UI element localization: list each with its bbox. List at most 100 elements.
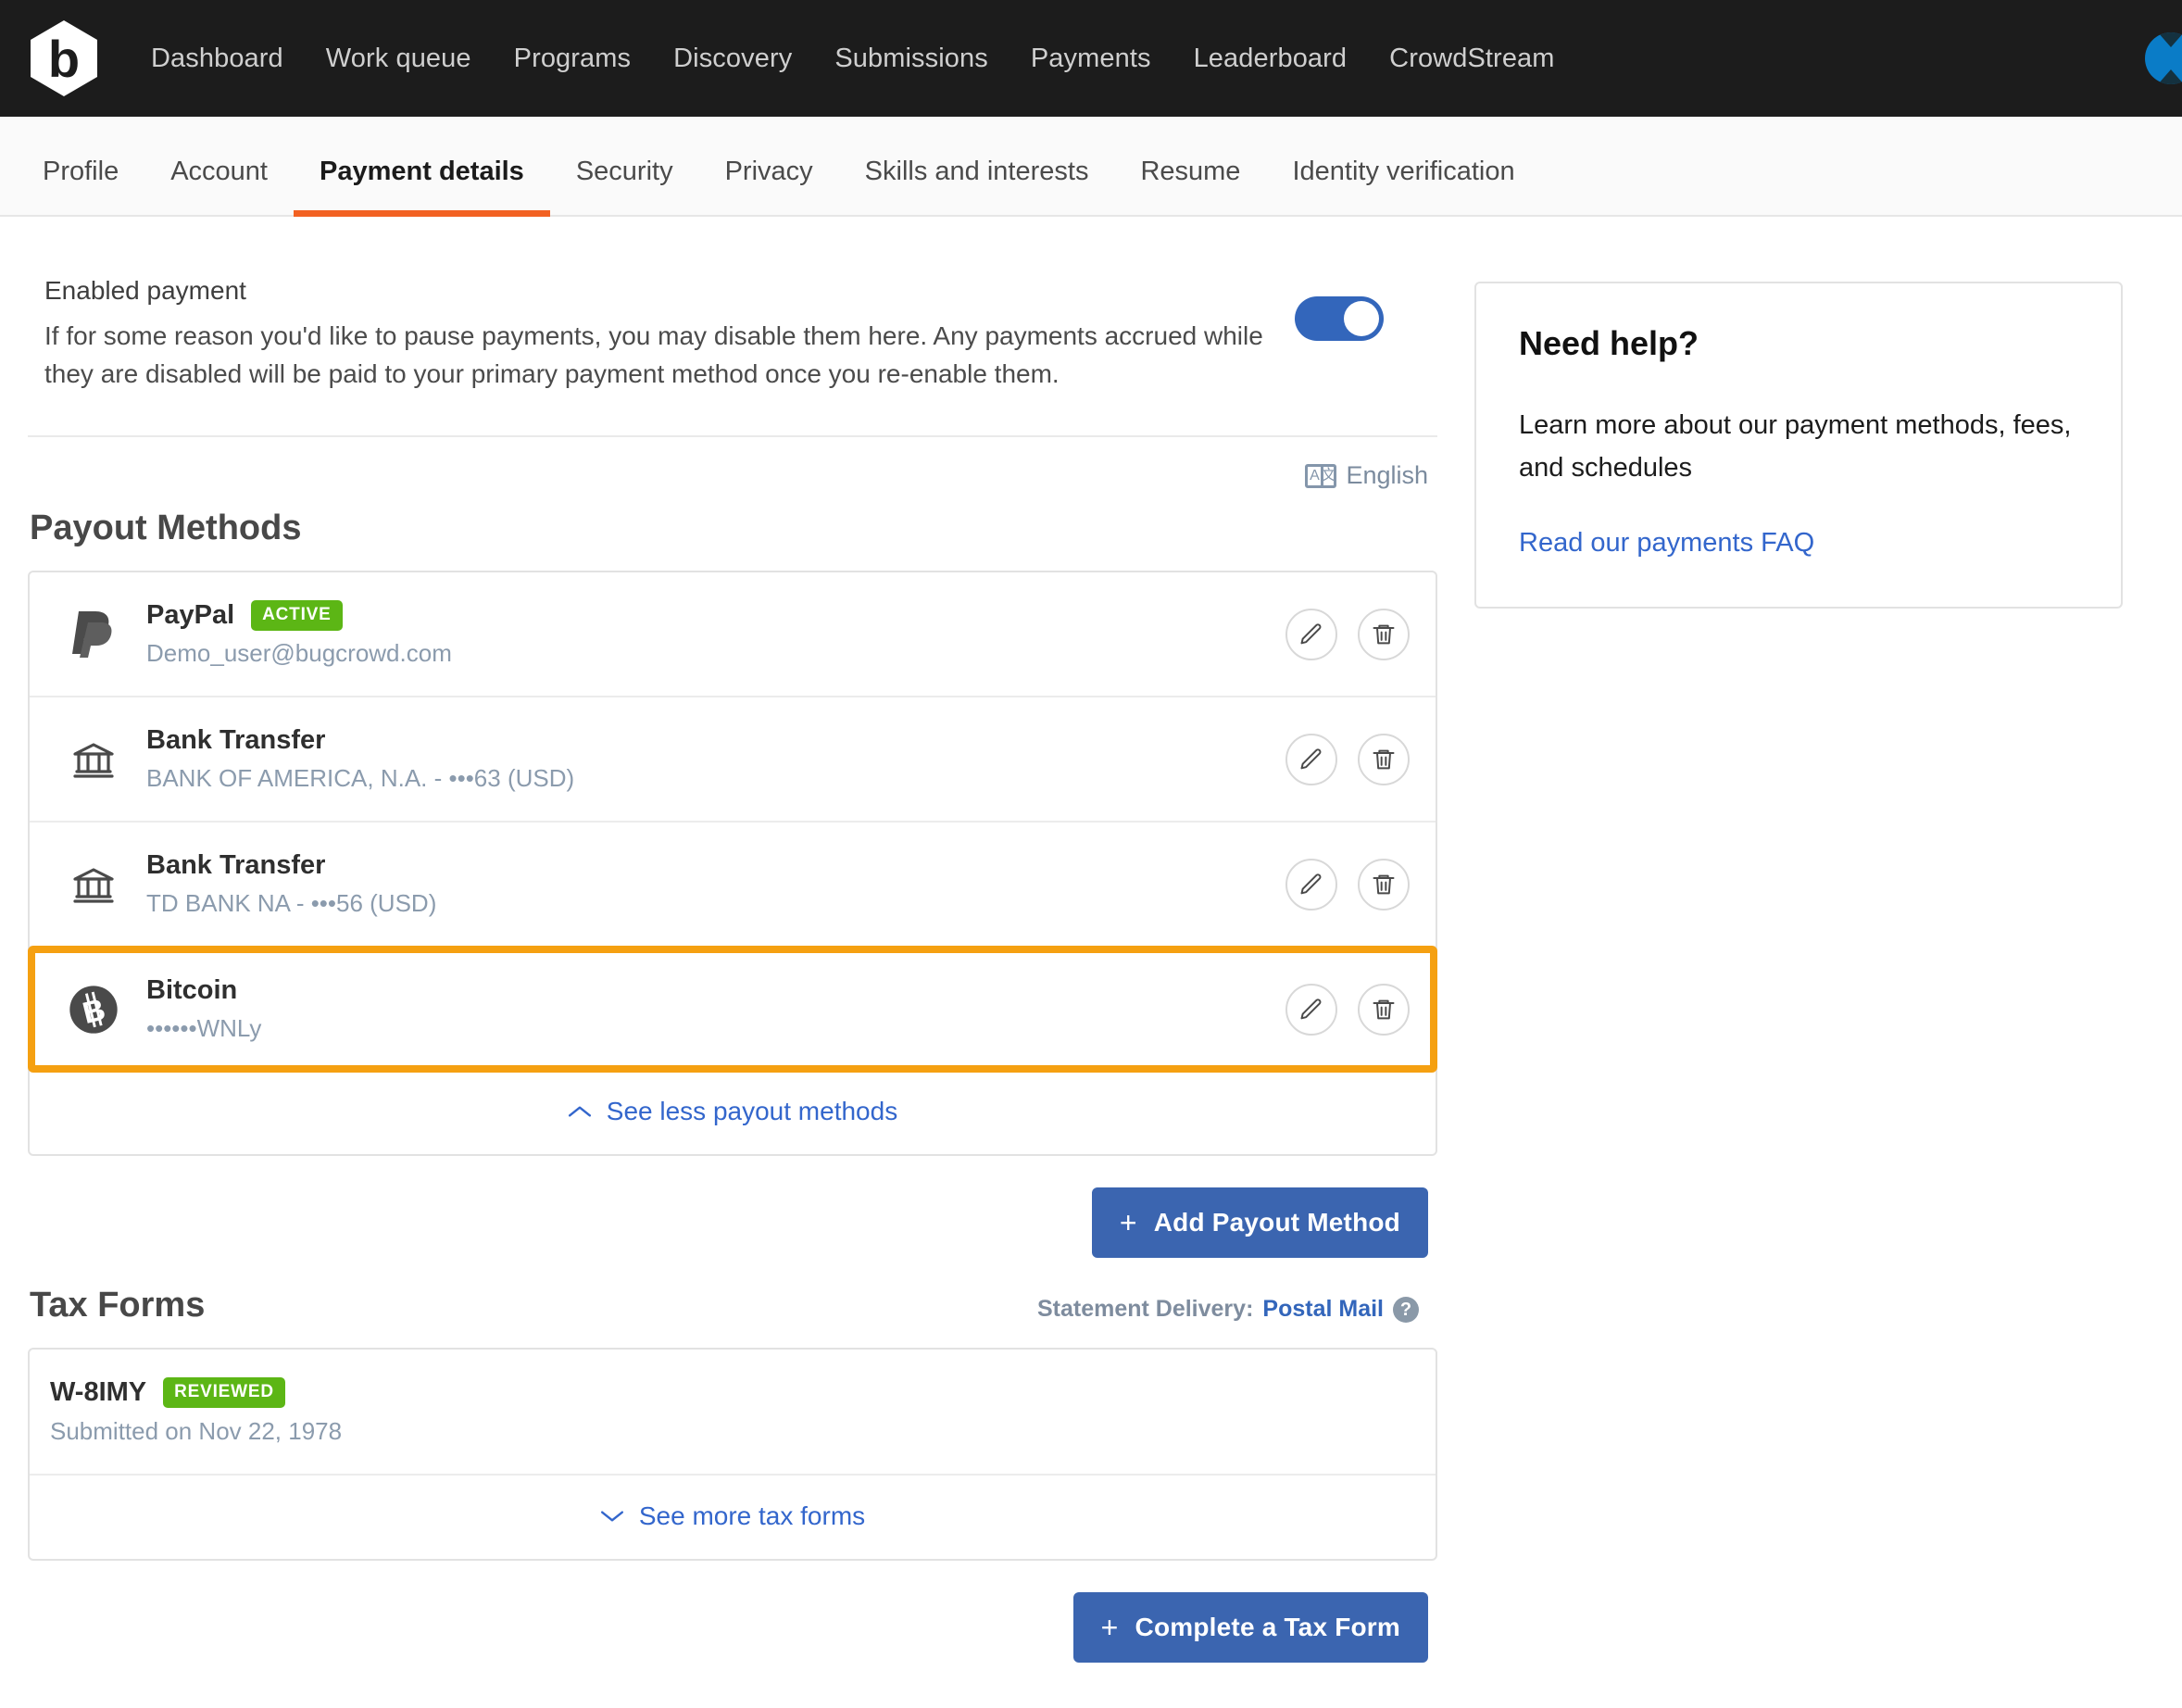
chevron-down-icon: [600, 1511, 623, 1522]
payout-method-row-bitcoin[interactable]: B Bitcoin ••••••WNLy: [28, 946, 1437, 1073]
language-label: English: [1346, 461, 1428, 489]
translate-icon: A 文: [1305, 463, 1337, 488]
payout-method-detail: Demo_user@bugcrowd.com: [146, 639, 452, 667]
tab-identity-verification[interactable]: Identity verification: [1266, 157, 1540, 215]
main-nav-links: Dashboard Work queue Programs Discovery …: [130, 44, 1576, 74]
payout-method-title-line: Bank Transfer: [146, 850, 1285, 881]
edit-button[interactable]: [1285, 608, 1337, 660]
payout-method-name: PayPal: [146, 600, 235, 630]
nav-link-leaderboard[interactable]: Leaderboard: [1173, 44, 1369, 74]
payments-faq-link[interactable]: Read our payments FAQ: [1519, 528, 1814, 558]
payout-method-name: Bank Transfer: [146, 725, 326, 755]
payout-method-body: PayPal ACTIVE Demo_user@bugcrowd.com: [130, 600, 1285, 668]
svg-text:b: b: [48, 30, 80, 88]
payout-method-name: Bitcoin: [146, 975, 238, 1005]
payout-method-body: Bank Transfer TD BANK NA - •••56 (USD): [130, 850, 1285, 918]
enabled-payment-section: Enabled payment If for some reason you'd…: [28, 239, 1437, 437]
payout-method-body: Bank Transfer BANK OF AMERICA, N.A. - ••…: [130, 725, 1285, 793]
need-help-card: Need help? Learn more about our payment …: [1474, 282, 2123, 609]
payout-method-detail: BANK OF AMERICA, N.A. - •••63 (USD): [146, 764, 575, 792]
nav-link-submissions[interactable]: Submissions: [813, 44, 1009, 74]
tax-form-row[interactable]: W-8IMY REVIEWED Submitted on Nov 22, 197…: [30, 1350, 1436, 1476]
delete-button[interactable]: [1358, 858, 1410, 911]
plus-icon: +: [1119, 1206, 1137, 1239]
tab-privacy[interactable]: Privacy: [699, 157, 839, 215]
bitcoin-icon: B: [57, 984, 130, 1036]
nav-link-dashboard[interactable]: Dashboard: [130, 44, 305, 74]
tax-forms-heading: Tax Forms: [30, 1286, 206, 1325]
payout-methods-heading: Payout Methods: [30, 509, 302, 547]
top-navigation-bar: b Dashboard Work queue Programs Discover…: [0, 0, 2182, 117]
language-selector[interactable]: A 文 English: [28, 437, 1437, 497]
statement-delivery[interactable]: Statement Delivery: Postal Mail ?: [1037, 1296, 1419, 1323]
payout-method-title-line: Bitcoin: [146, 975, 1285, 1006]
avatar-notch-bottom: [2158, 69, 2182, 84]
add-payout-method-button[interactable]: + Add Payout Method: [1091, 1187, 1428, 1258]
status-badge: ACTIVE: [251, 600, 343, 631]
enabled-payment-title: Enabled payment: [44, 276, 246, 305]
question-mark-icon[interactable]: ?: [1393, 1296, 1419, 1323]
tax-forms-header: Tax Forms Statement Delivery: Postal Mai…: [28, 1258, 1437, 1348]
tab-profile[interactable]: Profile: [17, 157, 144, 215]
payout-method-row-td-bank[interactable]: Bank Transfer TD BANK NA - •••56 (USD): [30, 823, 1436, 948]
tax-form-name: W-8IMY: [50, 1377, 147, 1407]
toggle-knob: [1344, 301, 1379, 336]
see-more-tax-forms-label: See more tax forms: [638, 1501, 866, 1530]
settings-tab-bar: Profile Account Payment details Security…: [0, 117, 2182, 217]
nav-link-programs[interactable]: Programs: [493, 44, 653, 74]
tab-account[interactable]: Account: [144, 157, 294, 215]
paypal-icon: [57, 609, 130, 659]
enabled-payment-description: If for some reason you'd like to pause p…: [44, 321, 1263, 388]
nav-link-crowdstream[interactable]: CrowdStream: [1368, 44, 1575, 74]
payout-method-detail: ••••••WNLy: [146, 1014, 262, 1042]
see-less-payout-methods-button[interactable]: See less payout methods: [30, 1071, 1436, 1154]
payout-method-detail: TD BANK NA - •••56 (USD): [146, 889, 437, 917]
avatar-notch-top: [2158, 32, 2182, 47]
tax-form-title-line: W-8IMY REVIEWED: [50, 1377, 1408, 1408]
translate-icon-divider: [1321, 466, 1324, 485]
complete-tax-form-button[interactable]: + Complete a Tax Form: [1072, 1592, 1428, 1663]
plus-icon: +: [1100, 1611, 1119, 1644]
payout-method-actions: [1285, 983, 1410, 1036]
statement-delivery-label: Statement Delivery:: [1036, 1296, 1254, 1322]
add-payout-method-row: + Add Payout Method: [28, 1156, 1437, 1258]
enabled-payment-text: Enabled payment If for some reason you'd…: [44, 276, 1295, 393]
see-more-tax-forms-button[interactable]: See more tax forms: [30, 1476, 1436, 1559]
page-content: Enabled payment If for some reason you'd…: [0, 217, 2182, 1663]
see-less-payout-methods-label: See less payout methods: [606, 1097, 898, 1125]
side-column: Need help? Learn more about our payment …: [1474, 239, 2123, 1663]
nav-link-payments[interactable]: Payments: [1009, 44, 1173, 74]
chevron-up-icon: [568, 1106, 591, 1117]
add-payout-method-label: Add Payout Method: [1153, 1208, 1400, 1237]
main-column: Enabled payment If for some reason you'd…: [28, 239, 1437, 1663]
payout-method-title-line: Bank Transfer: [146, 725, 1285, 756]
enabled-payment-toggle[interactable]: [1295, 296, 1384, 341]
delete-button[interactable]: [1358, 733, 1410, 785]
bank-icon: [57, 862, 130, 907]
payout-method-actions: [1285, 608, 1410, 660]
payout-method-body: Bitcoin ••••••WNLy: [130, 975, 1285, 1043]
payout-method-title-line: PayPal ACTIVE: [146, 600, 1285, 631]
edit-button[interactable]: [1285, 733, 1337, 785]
need-help-title: Need help?: [1519, 324, 1699, 362]
tab-skills-and-interests[interactable]: Skills and interests: [839, 157, 1115, 215]
edit-button[interactable]: [1285, 983, 1337, 1036]
nav-link-work-queue[interactable]: Work queue: [305, 44, 493, 74]
tab-resume[interactable]: Resume: [1114, 157, 1266, 215]
tax-form-submitted-date: Submitted on Nov 22, 1978: [50, 1417, 343, 1445]
complete-tax-form-row: + Complete a Tax Form: [28, 1561, 1437, 1663]
tab-security[interactable]: Security: [550, 157, 699, 215]
delete-button[interactable]: [1358, 983, 1410, 1036]
payout-method-row-bank-of-america[interactable]: Bank Transfer BANK OF AMERICA, N.A. - ••…: [30, 697, 1436, 823]
payout-method-actions: [1285, 858, 1410, 911]
nav-link-discovery[interactable]: Discovery: [652, 44, 813, 74]
edit-button[interactable]: [1285, 858, 1337, 911]
bugcrowd-logo[interactable]: b: [28, 19, 100, 98]
avatar[interactable]: [2145, 32, 2182, 84]
tab-payment-details[interactable]: Payment details: [294, 157, 550, 217]
delete-button[interactable]: [1358, 608, 1410, 660]
tax-form-status-badge: REVIEWED: [163, 1377, 285, 1408]
statement-delivery-value[interactable]: Postal Mail: [1262, 1296, 1384, 1323]
tax-forms-card: W-8IMY REVIEWED Submitted on Nov 22, 197…: [28, 1348, 1437, 1561]
payout-method-row-paypal[interactable]: PayPal ACTIVE Demo_user@bugcrowd.com: [30, 572, 1436, 697]
